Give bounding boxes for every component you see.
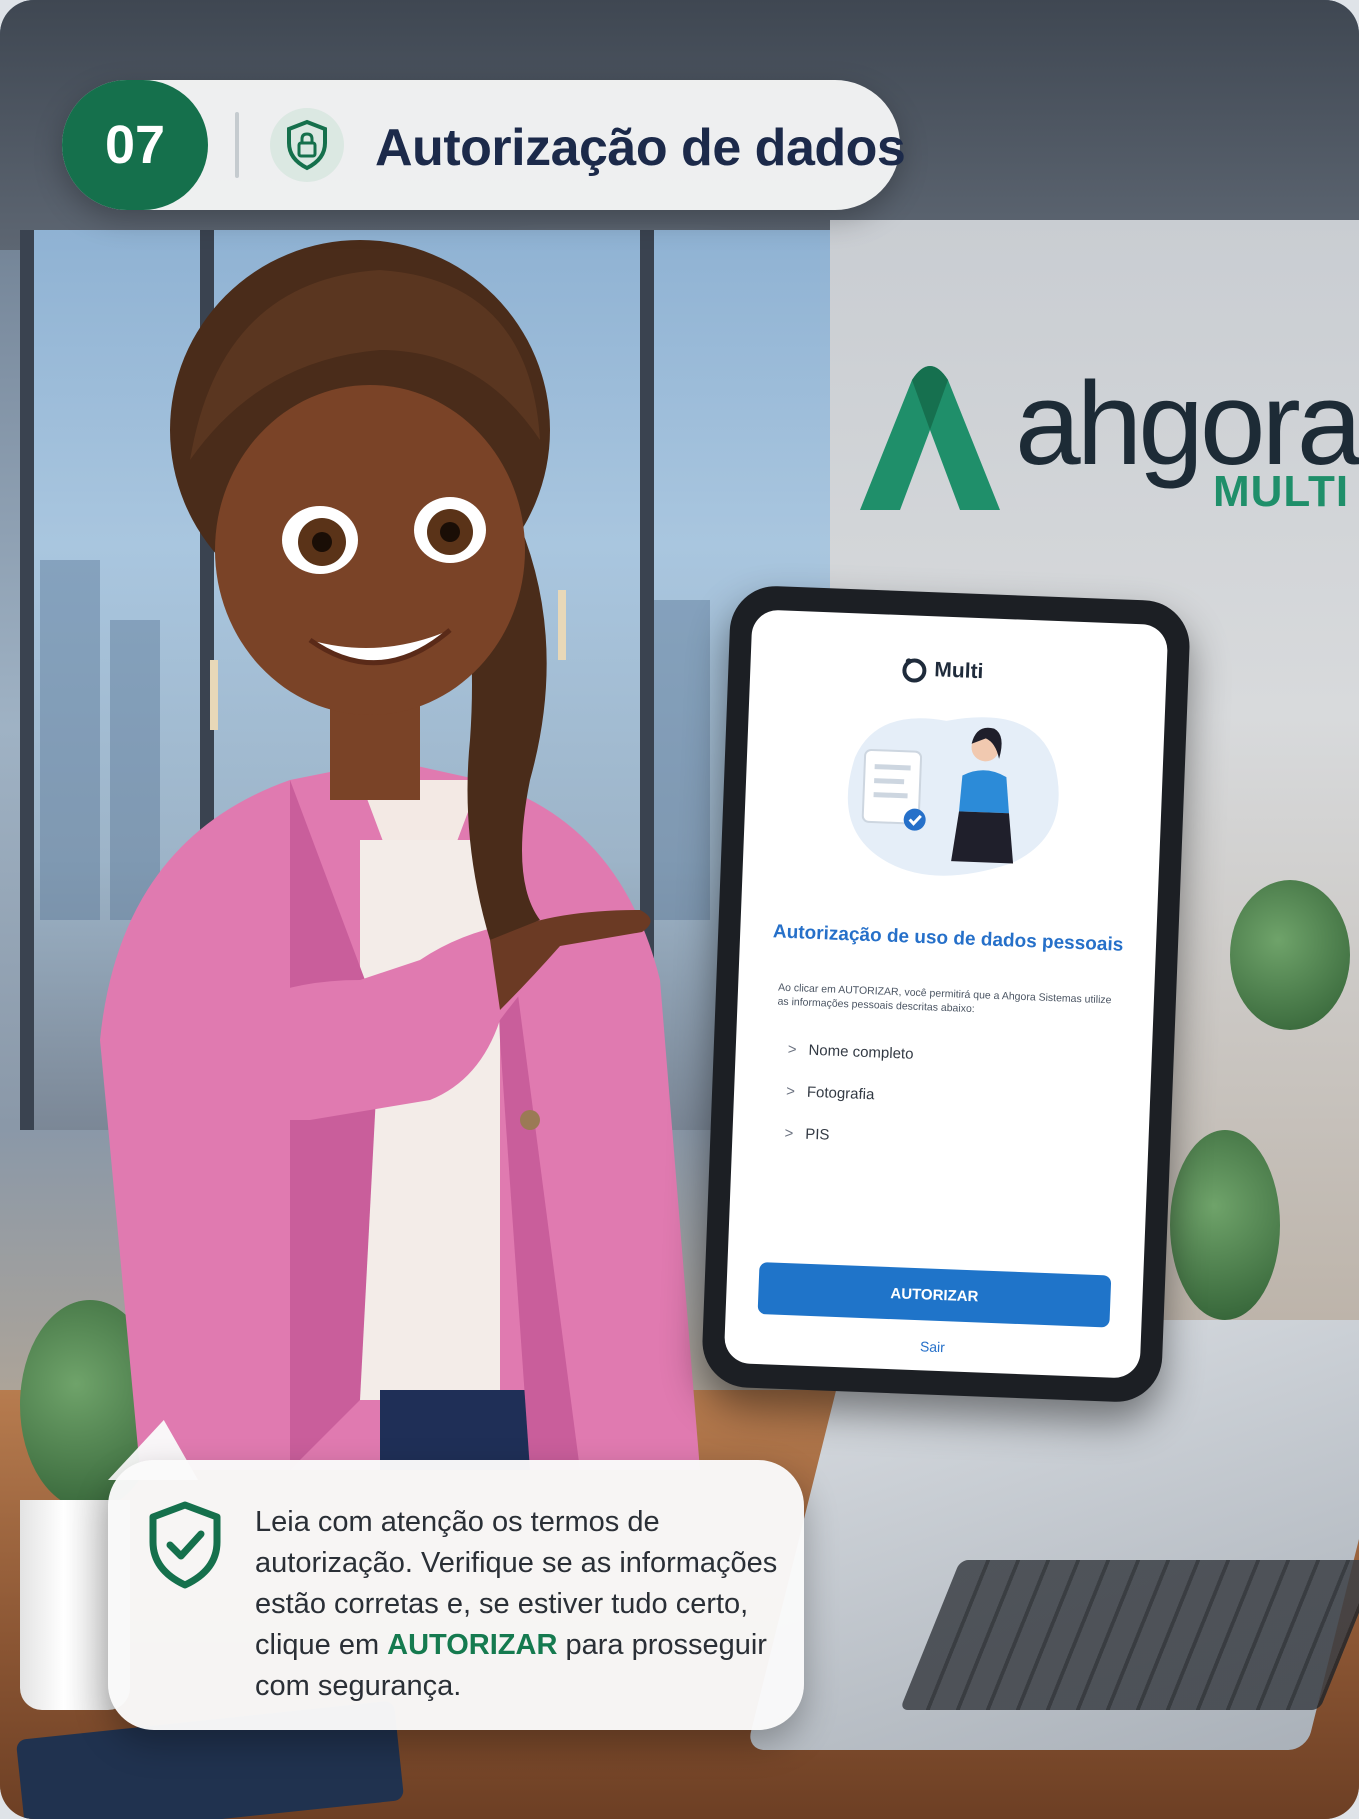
data-field-item: > PIS: [784, 1125, 830, 1144]
tip-text: Leia com atenção os termos de autorizaçã…: [255, 1502, 785, 1707]
brand-subtitle: MULTI: [1213, 467, 1350, 516]
tutorial-card: ahgora MULTI 07 Autorização de dados Mul…: [0, 0, 1359, 1819]
data-field-label: Fotografia: [806, 1083, 875, 1104]
data-field-item: > Fotografia: [786, 1083, 875, 1103]
tablet-screen: Multi Autorização de uso de dados pessoa…: [723, 609, 1169, 1379]
plant: [1170, 1130, 1280, 1320]
page-title: Autorização de dados: [375, 119, 906, 177]
app-logo-label: Multi: [933, 658, 984, 684]
multi-logo-icon: [902, 658, 927, 683]
header-divider: [235, 112, 239, 178]
tablet-device: Multi Autorização de uso de dados pessoa…: [700, 584, 1192, 1404]
chevron-right-icon: >: [785, 1082, 796, 1101]
data-field-label: PIS: [804, 1125, 830, 1144]
brand-wordmark: ahgora: [1015, 358, 1359, 490]
presenter-character: [100, 240, 700, 1470]
consent-title: Autorização de uso de dados pessoais: [772, 921, 1124, 956]
window-frame: [20, 230, 34, 1130]
chevron-right-icon: >: [787, 1040, 797, 1059]
step-number-badge: 07: [62, 80, 208, 210]
user-illustration: [847, 717, 1059, 876]
authorize-button[interactable]: AUTORIZAR: [757, 1262, 1112, 1328]
shield-check-icon: [149, 1501, 221, 1589]
data-field-item: > Nome completo: [787, 1041, 913, 1063]
consent-description: Ao clicar em AUTORIZAR, você permitirá q…: [777, 981, 1112, 1016]
plant: [1230, 880, 1350, 1030]
app-logo: Multi: [900, 655, 984, 686]
tip-emphasis: AUTORIZAR: [387, 1629, 558, 1661]
laptop-keyboard: [899, 1560, 1359, 1710]
chevron-right-icon: >: [784, 1124, 794, 1143]
lock-shield-icon: [270, 108, 344, 182]
ahgora-logo-mark: [860, 366, 1000, 510]
data-field-label: Nome completo: [808, 1041, 914, 1063]
exit-link[interactable]: Sair: [724, 1331, 1140, 1363]
